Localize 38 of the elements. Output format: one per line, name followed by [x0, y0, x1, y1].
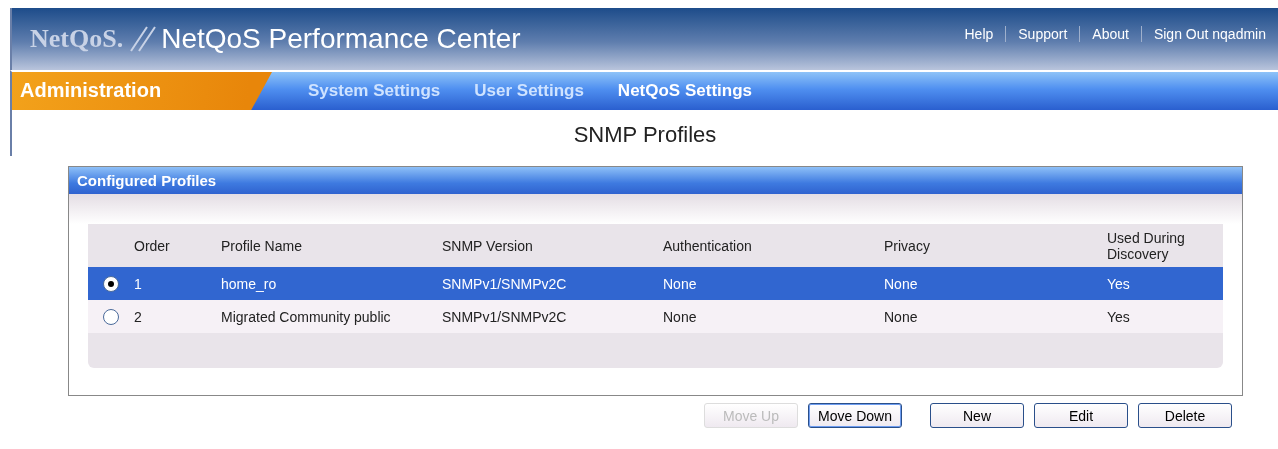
table-cell-text: None [884, 308, 919, 325]
column-header: Used During Discovery [1107, 229, 1186, 262]
column-header: Authentication [663, 237, 753, 254]
table-cell-text: None [663, 275, 698, 292]
action-button[interactable]: Delete [1138, 403, 1232, 428]
table-cell-text: SNMPv1/SNMPv2C [442, 275, 568, 292]
action-button[interactable]: New [930, 403, 1024, 428]
nav-tab[interactable]: NetQoS Settings [617, 81, 752, 101]
product-title: NetQoS Performance Center [161, 23, 521, 55]
column-header: Privacy [884, 237, 931, 254]
header-link[interactable]: Support [1006, 26, 1080, 42]
table-cell-text: 2 [134, 308, 143, 325]
header-link[interactable]: About [1080, 26, 1141, 42]
table-row[interactable]: 2 Migrated Community public SNMPv1/SNMPv2C None None Yes [88, 300, 1223, 333]
table-cell-text: home_ro [221, 275, 278, 292]
action-button[interactable]: Move Down [808, 403, 902, 428]
table-cell-text: Yes [1107, 308, 1131, 325]
nav-tab[interactable]: User Settings [474, 81, 584, 101]
column-header: Profile Name [221, 237, 303, 254]
action-button[interactable]: Edit [1034, 403, 1128, 428]
nav-tab[interactable]: System Settings [308, 81, 441, 101]
table-row[interactable]: 1 home_ro SNMPv1/SNMPv2C None None Yes [88, 267, 1223, 300]
logo: NetQoS. [30, 24, 124, 54]
radio-button[interactable] [103, 275, 119, 292]
table-cell-text: 1 [134, 275, 143, 292]
header-link[interactable]: Help [952, 26, 1006, 42]
radio-button[interactable] [103, 308, 119, 325]
page-title: SNMP Profiles [10, 110, 1278, 156]
table-cell-text: None [884, 275, 919, 292]
table-cell-text: None [663, 308, 698, 325]
column-header: Order [134, 237, 171, 254]
column-header: SNMP Version [442, 237, 534, 254]
table-cell-text: SNMPv1/SNMPv2C [442, 308, 568, 325]
double-slash-icon [127, 26, 158, 52]
panel-title: Configured Profiles [69, 167, 1242, 194]
table-cell-text: Yes [1107, 275, 1131, 292]
table-cell-text: Migrated Community public [221, 308, 392, 325]
header-link[interactable]: Sign Out nqadmin [1141, 26, 1278, 42]
